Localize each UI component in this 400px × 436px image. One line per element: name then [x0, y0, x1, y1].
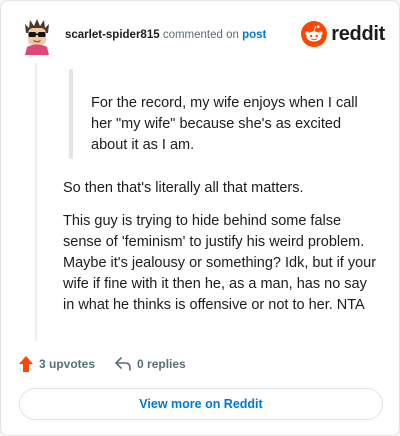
- comment-actions: 3 upvotes 0 replies: [19, 353, 206, 375]
- quote-text: For the record, my wife enjoys when I ca…: [91, 95, 358, 153]
- comment-meta: scarlet-spider815 commented on post: [65, 29, 266, 41]
- reply-count: 0 replies: [137, 357, 186, 371]
- avatar-icon: [17, 15, 57, 55]
- quote-block: For the record, my wife enjoys when I ca…: [69, 69, 369, 159]
- upvote-button[interactable]: 3 upvotes: [19, 356, 95, 372]
- reply-button[interactable]: 0 replies: [115, 357, 186, 371]
- upvote-count: 3 upvotes: [39, 357, 96, 371]
- reddit-logo-icon: [301, 21, 328, 47]
- reply-arrow-icon: [115, 357, 131, 371]
- reddit-brand[interactable]: reddit: [301, 21, 385, 47]
- brand-wordmark: reddit: [331, 22, 385, 45]
- view-more-button[interactable]: View more on Reddit: [19, 388, 383, 420]
- comment-paragraph: This guy is trying to hide behind some f…: [63, 213, 377, 313]
- action-text: commented on: [162, 29, 239, 41]
- view-more-label: View more on Reddit: [139, 397, 263, 411]
- comment-header: scarlet-spider815 commented on post redd…: [17, 15, 385, 55]
- comment-paragraph: So then that's literally all that matter…: [63, 180, 304, 196]
- embedded-comment-card: scarlet-spider815 commented on post redd…: [0, 0, 400, 436]
- upvote-arrow-icon: [19, 356, 33, 372]
- thread-line[interactable]: [35, 63, 37, 341]
- post-link[interactable]: post: [242, 29, 266, 41]
- username-link[interactable]: scarlet-spider815: [65, 29, 160, 41]
- avatar[interactable]: [17, 15, 57, 55]
